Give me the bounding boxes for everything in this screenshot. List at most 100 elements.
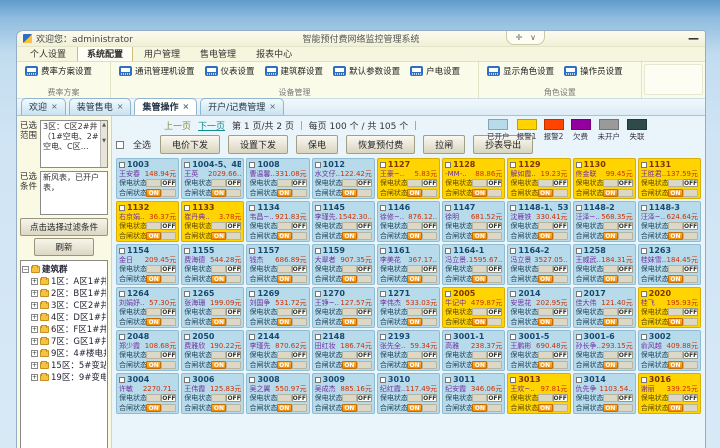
switch-on-button[interactable]: ON <box>603 189 618 197</box>
card-checkbox[interactable] <box>315 334 321 340</box>
card-checkbox[interactable] <box>445 291 451 297</box>
card-checkbox[interactable] <box>641 205 647 211</box>
switch-on-button[interactable]: ON <box>538 232 553 240</box>
supply-on-button[interactable] <box>603 222 618 230</box>
supply-on-button[interactable] <box>538 265 553 273</box>
switch-off-button[interactable] <box>226 232 241 240</box>
switch-off-button[interactable] <box>487 404 502 412</box>
supply-on-button[interactable] <box>407 351 422 359</box>
switch-on-button[interactable]: ON <box>603 361 618 369</box>
tab-close-icon[interactable]: × <box>51 102 58 111</box>
card-checkbox[interactable] <box>184 377 190 383</box>
menu-item-2[interactable]: 系统配置 <box>77 45 133 61</box>
card-checkbox[interactable] <box>576 162 582 168</box>
switch-off-button[interactable] <box>161 189 176 197</box>
supply-on-button[interactable] <box>211 222 226 230</box>
supply-off-button[interactable]: OFF <box>487 351 502 359</box>
card-checkbox[interactable] <box>380 377 386 383</box>
tab-close-icon[interactable]: × <box>182 102 189 111</box>
card-checkbox[interactable] <box>119 162 125 168</box>
supply-off-button[interactable]: OFF <box>487 179 502 187</box>
card-checkbox[interactable] <box>510 377 516 383</box>
switch-on-button[interactable]: ON <box>211 275 226 283</box>
supply-off-button[interactable]: OFF <box>357 351 372 359</box>
card-checkbox[interactable] <box>641 248 647 254</box>
switch-on-button[interactable]: ON <box>342 361 357 369</box>
switch-off-button[interactable] <box>618 361 633 369</box>
supply-on-button[interactable] <box>472 351 487 359</box>
switch-off-button[interactable] <box>487 275 502 283</box>
switch-off-button[interactable] <box>618 189 633 197</box>
switch-off-button[interactable] <box>553 189 568 197</box>
switch-on-button[interactable]: ON <box>146 361 161 369</box>
switch-off-button[interactable] <box>553 318 568 326</box>
supply-off-button[interactable]: OFF <box>422 308 437 316</box>
tree-item[interactable]: +4区：D区1#井（D区1… <box>22 311 106 323</box>
switch-on-button[interactable]: ON <box>407 189 422 197</box>
tab-3[interactable]: 集管操作× <box>134 98 197 115</box>
switch-off-button[interactable] <box>161 361 176 369</box>
supply-on-button[interactable] <box>277 394 292 402</box>
supply-off-button[interactable]: OFF <box>226 351 241 359</box>
supply-off-button[interactable]: OFF <box>226 394 241 402</box>
switch-on-button[interactable]: ON <box>211 232 226 240</box>
switch-on-button[interactable]: ON <box>277 232 292 240</box>
card-checkbox[interactable] <box>576 291 582 297</box>
switch-on-button[interactable]: ON <box>472 318 487 326</box>
tab-close-icon[interactable]: × <box>269 102 276 111</box>
supply-on-button[interactable] <box>603 179 618 187</box>
supply-off-button[interactable]: OFF <box>292 308 307 316</box>
supply-off-button[interactable]: OFF <box>553 394 568 402</box>
switch-off-button[interactable] <box>553 361 568 369</box>
switch-off-button[interactable] <box>683 232 698 240</box>
switch-on-button[interactable]: ON <box>407 232 422 240</box>
switch-off-button[interactable] <box>683 189 698 197</box>
supply-off-button[interactable]: OFF <box>292 179 307 187</box>
supply-on-button[interactable] <box>407 394 422 402</box>
supply-off-button[interactable]: OFF <box>161 394 176 402</box>
supply-off-button[interactable]: OFF <box>487 265 502 273</box>
supply-on-button[interactable] <box>146 179 161 187</box>
switch-off-button[interactable] <box>292 275 307 283</box>
supply-off-button[interactable]: OFF <box>161 222 176 230</box>
ribbon-button[interactable]: 户电设置 <box>410 65 460 77</box>
card-checkbox[interactable] <box>641 291 647 297</box>
expand-icon[interactable]: + <box>31 278 38 285</box>
switch-off-button[interactable] <box>422 189 437 197</box>
ribbon-button[interactable]: 通讯管理机设置 <box>119 65 195 77</box>
card-checkbox[interactable] <box>445 334 451 340</box>
supply-on-button[interactable] <box>668 222 683 230</box>
switch-on-button[interactable]: ON <box>277 189 292 197</box>
ribbon-button[interactable]: 仪表设置 <box>205 65 255 77</box>
switch-on-button[interactable]: ON <box>146 275 161 283</box>
switch-on-button[interactable]: ON <box>407 275 422 283</box>
supply-on-button[interactable] <box>342 308 357 316</box>
switch-off-button[interactable] <box>357 318 372 326</box>
supply-on-button[interactable] <box>146 265 161 273</box>
switch-off-button[interactable] <box>226 404 241 412</box>
supply-on-button[interactable] <box>277 351 292 359</box>
ribbon-button[interactable]: 建筑群设置 <box>265 65 324 77</box>
card-checkbox[interactable] <box>445 162 451 168</box>
switch-off-button[interactable] <box>226 189 241 197</box>
supply-on-button[interactable] <box>472 394 487 402</box>
card-checkbox[interactable] <box>576 248 582 254</box>
supply-on-button[interactable] <box>668 179 683 187</box>
supply-off-button[interactable]: OFF <box>618 265 633 273</box>
supply-on-button[interactable] <box>472 222 487 230</box>
switch-on-button[interactable]: ON <box>668 404 683 412</box>
switch-on-button[interactable]: ON <box>211 361 226 369</box>
card-checkbox[interactable] <box>249 334 255 340</box>
switch-off-button[interactable] <box>357 275 372 283</box>
card-checkbox[interactable] <box>315 377 321 383</box>
switch-off-button[interactable] <box>161 318 176 326</box>
switch-off-button[interactable] <box>618 275 633 283</box>
card-checkbox[interactable] <box>445 205 451 211</box>
supply-off-button[interactable]: OFF <box>553 179 568 187</box>
card-checkbox[interactable] <box>380 291 386 297</box>
menu-item-4[interactable]: 售电管理 <box>191 46 245 61</box>
supply-on-button[interactable] <box>538 351 553 359</box>
card-checkbox[interactable] <box>641 377 647 383</box>
tree-item[interactable]: +7区：G区1#井 <box>22 335 106 347</box>
supply-off-button[interactable]: OFF <box>487 308 502 316</box>
